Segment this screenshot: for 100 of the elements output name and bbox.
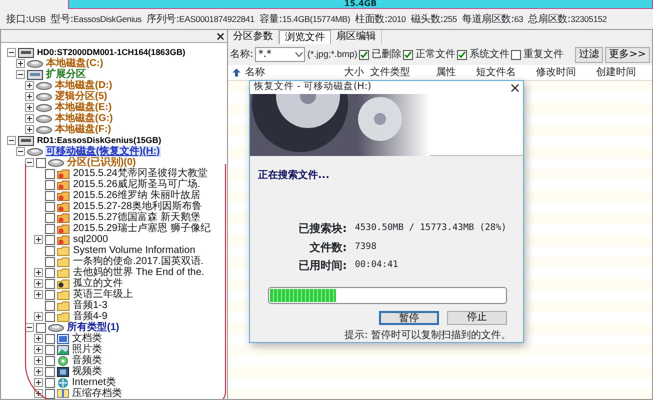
tree-item[interactable]: 扩展分区 bbox=[45, 69, 87, 80]
expand-toggle-icon[interactable] bbox=[34, 268, 43, 277]
expand-toggle-icon[interactable] bbox=[25, 125, 34, 134]
expand-toggle-icon[interactable] bbox=[16, 59, 25, 68]
close-icon[interactable] bbox=[217, 32, 224, 40]
expand-toggle-icon[interactable] bbox=[34, 279, 43, 288]
tree-item[interactable]: RD1:EassosDiskGenius(15GB) bbox=[36, 135, 162, 146]
tab[interactable]: 扇区编辑 bbox=[331, 30, 382, 44]
tree-item[interactable]: 一条狗的使命.2017.国英双语. bbox=[72, 256, 205, 267]
tab[interactable]: 浏览文件 bbox=[279, 30, 331, 44]
tree-item[interactable]: sql2000 bbox=[72, 234, 110, 245]
tree-item[interactable]: 压缩存档类 bbox=[71, 388, 123, 399]
checkbox[interactable] bbox=[45, 256, 55, 266]
folder-icon bbox=[57, 202, 70, 212]
tree-item[interactable]: 可移动磁盘(恢复文件)(H:) bbox=[45, 146, 161, 157]
tree-item[interactable]: 本地磁盘(E:) bbox=[54, 102, 113, 113]
checkbox[interactable] bbox=[45, 278, 55, 288]
expand-toggle-icon[interactable] bbox=[34, 235, 43, 244]
checkbox[interactable] bbox=[511, 50, 522, 60]
expand-toggle-icon[interactable] bbox=[25, 103, 34, 112]
tree-item[interactable]: 英语三年级上 bbox=[72, 289, 134, 300]
tree-item[interactable]: 本地磁盘(C:) bbox=[45, 58, 104, 69]
tree-item[interactable]: 2015.5.24梵蒂冈圣彼得大教堂 bbox=[72, 168, 208, 179]
tree-item[interactable]: 音频4-9 bbox=[72, 311, 108, 322]
checkbox[interactable] bbox=[45, 378, 55, 388]
folder-icon bbox=[57, 190, 70, 200]
expand-toggle-icon[interactable] bbox=[34, 334, 43, 343]
expand-toggle-icon[interactable] bbox=[7, 48, 16, 57]
tree-item[interactable]: 孤立的文件 bbox=[72, 278, 124, 289]
column-header[interactable]: 文件类型 bbox=[366, 65, 432, 80]
expand-toggle-icon[interactable] bbox=[34, 378, 43, 387]
expand-toggle-icon[interactable] bbox=[34, 290, 43, 299]
checkbox[interactable] bbox=[45, 180, 55, 190]
expand-toggle-icon[interactable] bbox=[16, 147, 25, 156]
expand-toggle-icon[interactable] bbox=[34, 367, 43, 376]
checkbox[interactable] bbox=[45, 388, 55, 398]
checkbox[interactable] bbox=[45, 224, 55, 234]
checkbox[interactable] bbox=[36, 322, 46, 332]
tree-item[interactable]: 本地磁盘(G:) bbox=[54, 113, 114, 124]
checkbox[interactable] bbox=[45, 356, 55, 366]
tree-item[interactable]: 2015.5.26维罗纳 朱丽叶故居 bbox=[72, 190, 202, 201]
tree-item[interactable]: 逻辑分区(5) bbox=[54, 91, 108, 102]
expand-toggle-icon[interactable] bbox=[34, 312, 43, 321]
checkbox[interactable] bbox=[359, 50, 370, 60]
tree-item[interactable]: 去他妈的世界 The End of the. bbox=[72, 267, 206, 278]
tree-item[interactable]: 2015.5.29瑞士卢塞恩 狮子像纪 bbox=[72, 223, 212, 234]
expand-toggle-icon[interactable] bbox=[7, 136, 16, 145]
expand-toggle-icon[interactable] bbox=[34, 356, 43, 365]
tree-item[interactable]: Internet类 bbox=[71, 377, 117, 388]
checkbox[interactable] bbox=[45, 246, 55, 256]
tree-item[interactable]: 所有类型(1) bbox=[66, 322, 120, 333]
column-header[interactable]: 大小 bbox=[340, 65, 366, 80]
checkbox[interactable] bbox=[45, 234, 55, 244]
expand-toggle-icon[interactable] bbox=[34, 389, 43, 398]
checkbox[interactable] bbox=[45, 290, 55, 300]
tree-item[interactable]: 本地磁盘(D:) bbox=[54, 80, 114, 91]
dialog-button[interactable]: 停止 bbox=[447, 310, 507, 324]
column-header[interactable]: 创建时间 bbox=[592, 65, 644, 80]
folder-icon bbox=[57, 312, 70, 322]
checkbox[interactable] bbox=[45, 190, 55, 200]
dialog-button[interactable]: 暂停 bbox=[379, 310, 439, 324]
column-header[interactable]: 名称 bbox=[241, 65, 340, 80]
checkbox[interactable] bbox=[457, 50, 468, 60]
disk-icon bbox=[36, 114, 52, 123]
column-header[interactable]: 短文件名 bbox=[472, 65, 532, 80]
tree-item[interactable]: 本地磁盘(F:) bbox=[54, 124, 112, 135]
expand-toggle-icon[interactable] bbox=[25, 92, 34, 101]
column-header[interactable]: 修改时间 bbox=[532, 65, 592, 80]
checkbox[interactable] bbox=[36, 158, 46, 168]
checkbox[interactable] bbox=[45, 212, 55, 222]
expand-toggle-icon[interactable] bbox=[25, 323, 34, 332]
tree-item[interactable]: 文档类 bbox=[71, 333, 103, 344]
filter-button[interactable]: 更多>> bbox=[605, 46, 650, 62]
tree-item[interactable]: 音频1-3 bbox=[72, 300, 108, 311]
checkbox[interactable] bbox=[45, 344, 55, 354]
tree-item[interactable]: 视频类 bbox=[71, 366, 103, 377]
checkbox[interactable] bbox=[403, 50, 414, 60]
close-icon[interactable] bbox=[511, 84, 519, 92]
checkbox[interactable] bbox=[45, 268, 55, 278]
filter-button[interactable]: 过滤 bbox=[575, 46, 604, 62]
expand-toggle-icon[interactable] bbox=[16, 70, 25, 79]
tree-item[interactable]: 2015.5.27-28奥地利因斯布鲁 bbox=[72, 201, 203, 212]
checkbox[interactable] bbox=[45, 168, 55, 178]
tree-item[interactable]: 音频类 bbox=[71, 355, 103, 366]
tree-item[interactable]: 照片类 bbox=[71, 344, 103, 355]
column-header[interactable]: 属性 bbox=[432, 65, 472, 80]
checkbox[interactable] bbox=[45, 300, 55, 310]
tree-item[interactable]: HD0:ST2000DM001-1CH164(1863GB) bbox=[36, 47, 186, 58]
expand-toggle-icon[interactable] bbox=[34, 345, 43, 354]
checkbox[interactable] bbox=[45, 312, 55, 322]
expand-toggle-icon[interactable] bbox=[25, 114, 34, 123]
checkbox[interactable] bbox=[45, 334, 55, 344]
tree-item[interactable]: 2015.5.27德国富森 新天鹅堡 bbox=[72, 212, 202, 223]
checkbox[interactable] bbox=[45, 202, 55, 212]
checkbox[interactable] bbox=[45, 366, 55, 376]
tree-item[interactable]: 分区(已识别)(0) bbox=[66, 157, 137, 168]
tree-item[interactable]: 2015.5.26威尼斯圣马可广场. bbox=[72, 179, 202, 190]
expand-toggle-icon[interactable] bbox=[25, 81, 34, 90]
tree-item[interactable]: System Volume Information bbox=[72, 245, 196, 256]
expand-toggle-icon[interactable] bbox=[25, 158, 34, 167]
